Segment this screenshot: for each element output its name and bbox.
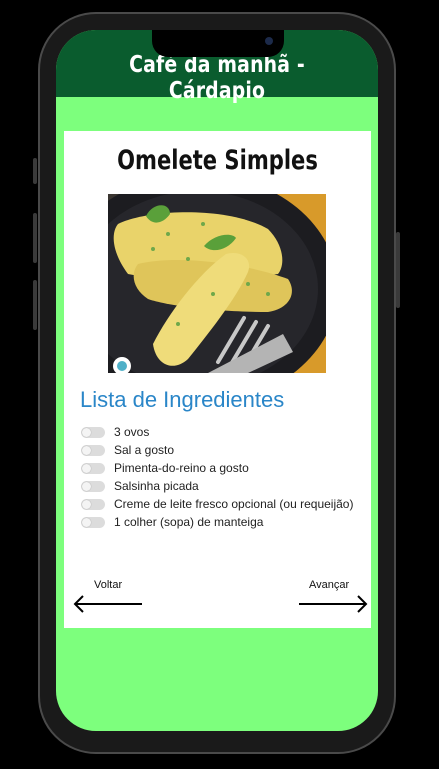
ingredient-label: Sal a gosto xyxy=(114,443,175,457)
ingredient-label: Salsinha picada xyxy=(114,479,199,493)
recipe-title: Omelete Simples xyxy=(117,145,318,176)
ingredient-item: 1 colher (sopa) de manteiga xyxy=(81,513,353,531)
ingredient-label: 3 ovos xyxy=(114,425,150,439)
app-title: Café da manhã - Cárdapio xyxy=(129,52,305,104)
ingredient-toggle[interactable] xyxy=(81,426,105,438)
ingredient-item: Creme de leite fresco opcional (ou reque… xyxy=(81,495,353,513)
ingredient-label: Pimenta-do-reino a gosto xyxy=(114,461,249,475)
ingredients-heading: Lista de Ingredientes xyxy=(80,387,285,412)
front-camera-icon xyxy=(265,37,273,45)
omelette-photo-illustration xyxy=(108,194,326,373)
ingredient-item: 3 ovos xyxy=(81,423,353,441)
phone-side-button xyxy=(33,158,37,184)
arrow-right-icon xyxy=(299,595,368,613)
ingredient-item: Salsinha picada xyxy=(81,477,353,495)
recipe-card: Omelete Simples Lista de Ingredientes 3 … xyxy=(64,131,371,628)
back-label: Voltar xyxy=(94,579,123,591)
app-screen: Café da manhã - Cárdapio Omelete Simples xyxy=(56,30,378,731)
phone-notch xyxy=(152,30,284,57)
phone-power-button xyxy=(396,232,400,308)
ingredient-toggle[interactable] xyxy=(81,498,105,510)
ingredient-toggle[interactable] xyxy=(81,516,105,528)
ingredient-label: Creme de leite fresco opcional (ou reque… xyxy=(114,497,354,511)
ingredient-item: Sal a gosto xyxy=(81,441,353,459)
ingredient-item: Pimenta-do-reino a gosto xyxy=(81,459,353,477)
arrow-left-icon xyxy=(73,595,142,613)
ingredients-list: 3 ovos Sal a gosto Pimenta-do-reino a go… xyxy=(81,423,353,531)
recipe-photo xyxy=(108,194,326,373)
phone-volume-up-button xyxy=(33,213,37,263)
back-button[interactable]: Voltar xyxy=(72,579,144,619)
phone-volume-down-button xyxy=(33,280,37,330)
ingredient-label: 1 colher (sopa) de manteiga xyxy=(114,515,264,529)
ingredient-toggle[interactable] xyxy=(81,462,105,474)
next-label: Avançar xyxy=(309,579,350,591)
ingredient-toggle[interactable] xyxy=(81,480,105,492)
next-button[interactable]: Avançar xyxy=(297,579,369,619)
ingredient-toggle[interactable] xyxy=(81,444,105,456)
